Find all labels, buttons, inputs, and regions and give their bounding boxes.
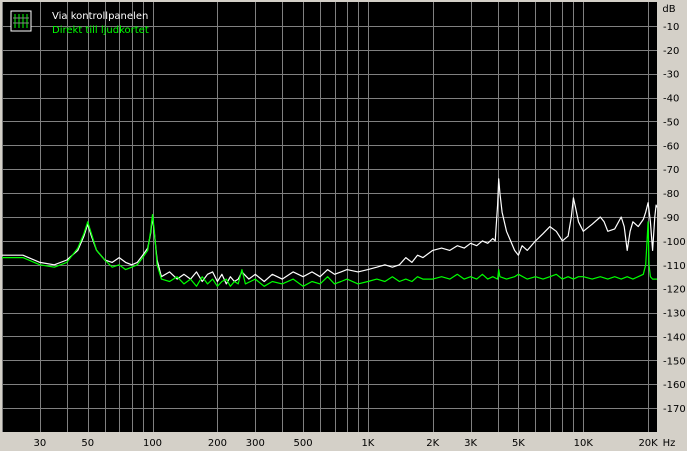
x-tick-label: 200 [208,438,227,449]
x-tick-label: 20K [638,438,658,449]
x-tick-label: 500 [294,438,313,449]
y-tick-label: -130 [663,309,686,320]
y-tick-label: -150 [663,356,686,367]
x-tick-label: 10K [574,438,594,449]
x-tick-label: 50 [81,438,94,449]
y-tick-label: -30 [663,70,679,81]
y-tick-label: -100 [663,237,686,248]
y-tick-label: -60 [663,141,679,152]
y-tick-label: -80 [663,189,679,200]
x-axis-unit: Hz [663,438,676,449]
x-tick-label: 300 [246,438,265,449]
y-tick-label: -170 [663,404,686,415]
x-tick-label: 3K [464,438,477,449]
legend-item-direkt-till-ljudkortet: Direkt till ljudkortet [52,25,149,36]
x-tick-label: 100 [143,438,162,449]
spectrum-chart: 30 50 100 200 300 500 1K 2K 3K 5K 10K 20K -10 -20 -30… [2,2,686,449]
x-tick-label: 1K [361,438,374,449]
y-tick-label: -40 [663,94,679,105]
y-tick-label: -10 [663,22,679,33]
y-tick-label: -90 [663,213,679,224]
y-tick-label: -160 [663,380,686,391]
y-tick-label: -20 [663,46,679,57]
legend-item-via-kontrollpanelen: Via kontrollpanelen [52,11,148,22]
y-axis-ticks: -10 -20 -30 -40 -50 -60 -70 -80 -90 -100 -110 -120 -… [663,22,686,415]
x-axis-ticks: 30 50 100 200 300 500 1K 2K 3K 5K 10K 20K [34,438,659,449]
y-tick-label: -70 [663,165,679,176]
x-tick-label: 2K [426,438,439,449]
y-tick-label: -50 [663,117,679,128]
x-tick-label: 30 [34,438,47,449]
y-tick-label: -140 [663,332,686,343]
y-tick-label: -120 [663,285,686,296]
y-axis-unit: dB [662,4,675,15]
legend-icon-box [10,10,32,32]
x-tick-label: 5K [512,438,525,449]
y-tick-label: -110 [663,261,686,272]
